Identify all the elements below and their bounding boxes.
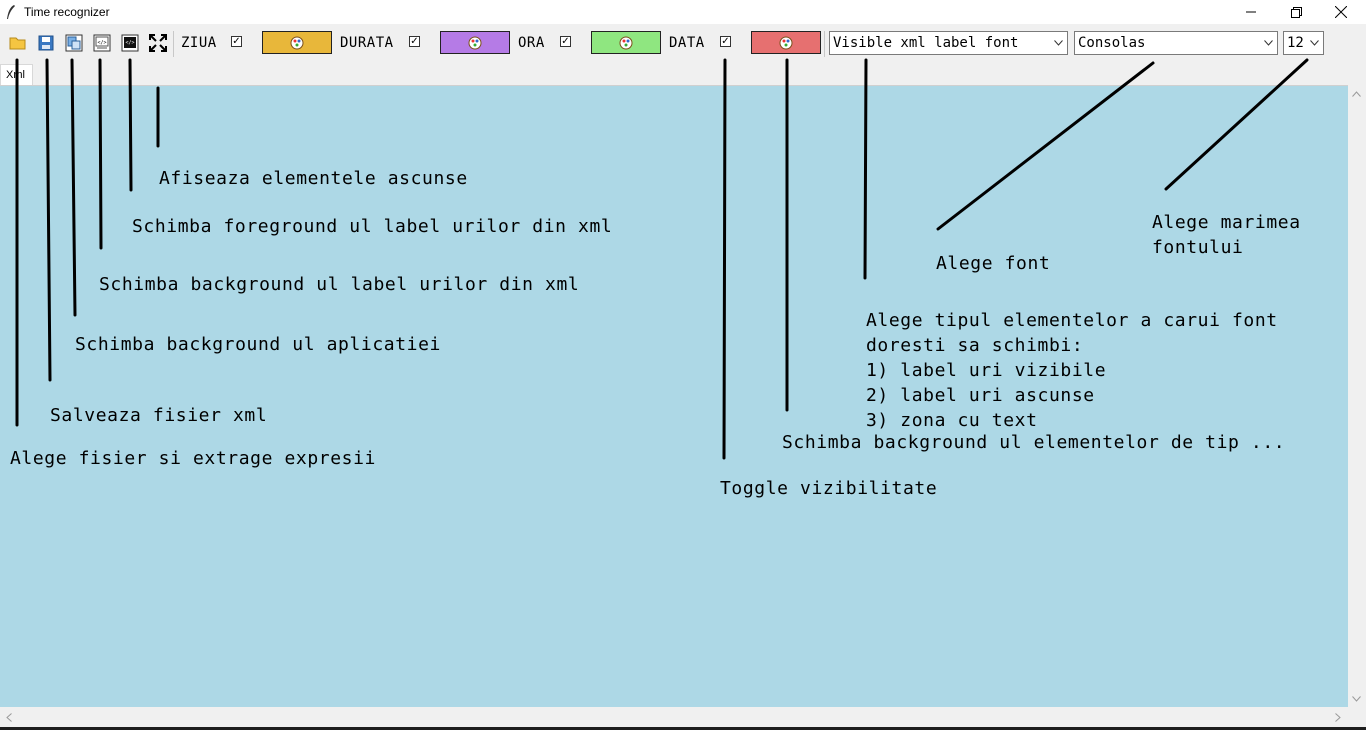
durata-color-button[interactable] <box>440 31 510 54</box>
ziua-color-button[interactable] <box>262 31 332 54</box>
font-size-select[interactable]: 12 <box>1283 31 1324 55</box>
toolbar: </> </> ZIUA ✓ DURATA ✓ ORA ✓ DATA ✓ Vis… <box>0 24 1366 64</box>
tab-xml[interactable]: Xml <box>0 64 33 86</box>
floppy-disk-icon <box>38 35 54 51</box>
chevron-down-icon <box>1307 32 1321 54</box>
svg-text:</>: </> <box>125 40 134 46</box>
durata-visibility-checkbox[interactable]: ✓ <box>409 36 420 47</box>
category-label-durata: DURATA <box>340 35 394 51</box>
ora-visibility-checkbox[interactable]: ✓ <box>560 36 571 47</box>
annotation-show-hidden: Afiseaza elementele ascunse <box>159 168 468 189</box>
annotation-app-background: Schimba background ul aplicatiei <box>75 334 441 355</box>
show-hidden-button[interactable] <box>147 32 169 54</box>
ziua-visibility-checkbox[interactable]: ✓ <box>231 36 242 47</box>
annotation-toggle-visibility: Toggle vizibilitate <box>720 478 938 499</box>
color-palette-icon <box>779 36 793 49</box>
color-palette-icon <box>468 36 482 49</box>
chevron-down-icon <box>1261 32 1275 54</box>
font-value: Consolas <box>1078 35 1146 51</box>
scroll-up-icon[interactable] <box>1352 91 1361 97</box>
scroll-down-icon[interactable] <box>1352 696 1361 702</box>
dark-xml-file-icon: </> <box>121 34 139 52</box>
scroll-right-icon[interactable] <box>1335 713 1341 722</box>
category-label-data: DATA <box>669 35 705 51</box>
minimize-button[interactable] <box>1228 0 1274 24</box>
svg-text:</>: </> <box>97 40 106 46</box>
annotation-save-xml: Salveaza fisier xml <box>50 405 268 426</box>
font-size-value: 12 <box>1287 35 1304 51</box>
toolbar-separator <box>824 31 825 57</box>
title-bar: Time recognizer <box>0 0 1366 24</box>
restore-icon <box>1290 6 1302 18</box>
save-xml-button[interactable] <box>35 32 57 54</box>
app-background-button[interactable] <box>63 32 85 54</box>
chevron-down-icon <box>1051 32 1065 54</box>
xml-file-icon: </> <box>93 34 111 52</box>
annotation-choose-font: Alege font <box>936 253 1051 274</box>
color-palette-icon <box>290 36 304 49</box>
ora-color-button[interactable] <box>591 31 661 54</box>
data-color-button[interactable] <box>751 31 821 54</box>
color-palette-icon <box>619 36 633 49</box>
annotation-element-type: Alege tipul elementelor a carui font dor… <box>866 310 1278 431</box>
vertical-scrollbar[interactable] <box>1348 85 1366 707</box>
feather-icon <box>7 5 15 19</box>
annotation-label-foreground: Schimba foreground ul label urilor din x… <box>132 216 613 237</box>
data-visibility-checkbox[interactable]: ✓ <box>720 36 731 47</box>
close-icon <box>1335 6 1347 18</box>
close-button[interactable] <box>1318 0 1364 24</box>
scroll-left-icon[interactable] <box>6 713 12 722</box>
horizontal-scrollbar[interactable] <box>0 707 1348 727</box>
restore-button[interactable] <box>1273 0 1319 24</box>
toolbar-separator <box>173 31 174 57</box>
fullscreen-expand-icon <box>149 34 167 52</box>
minimize-icon <box>1246 11 1256 13</box>
annotation-open-file: Alege fisier si extrage expresii <box>10 448 376 469</box>
element-type-value: Visible xml label font <box>833 35 1019 51</box>
open-file-button[interactable] <box>7 32 29 54</box>
element-type-select[interactable]: Visible xml label font <box>829 31 1068 55</box>
category-label-ziua: ZIUA <box>181 35 217 51</box>
font-select[interactable]: Consolas <box>1074 31 1278 55</box>
annotation-font-size: Alege marimea fontului <box>1152 212 1301 258</box>
window-title: Time recognizer <box>24 5 110 19</box>
label-background-button[interactable]: </> <box>91 32 113 54</box>
label-foreground-button[interactable]: </> <box>119 32 141 54</box>
folder-icon <box>9 37 26 50</box>
annotation-label-background: Schimba background ul label urilor din x… <box>99 274 580 295</box>
annotation-element-background: Schimba background ul elementelor de tip… <box>782 432 1286 453</box>
category-label-ora: ORA <box>518 35 545 51</box>
copy-paint-icon <box>65 34 83 52</box>
